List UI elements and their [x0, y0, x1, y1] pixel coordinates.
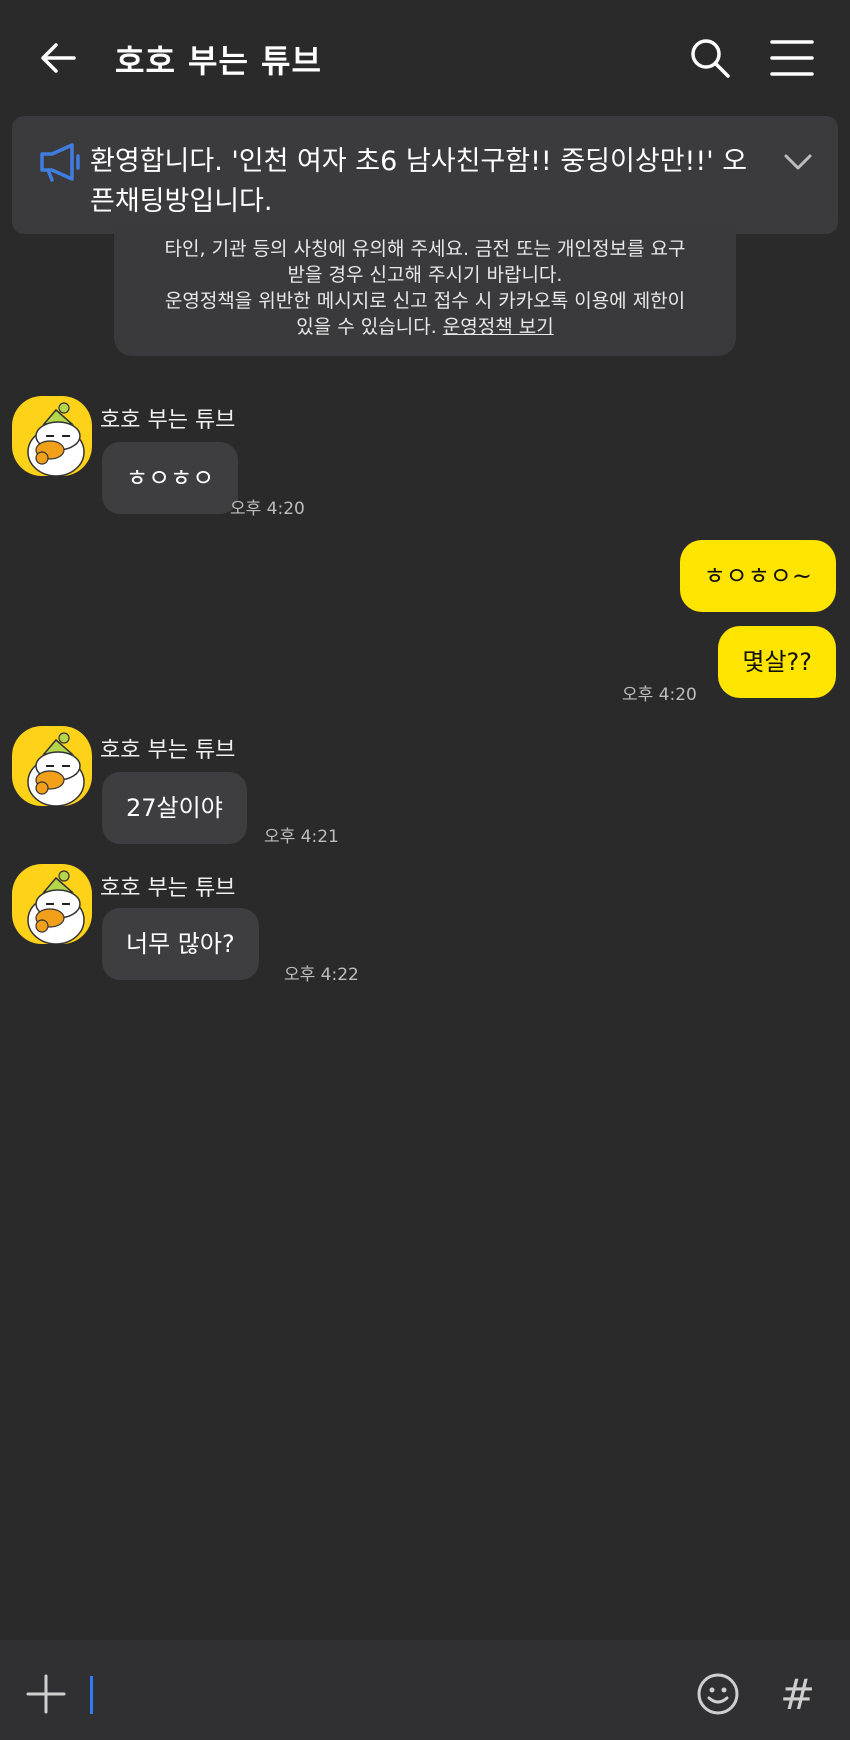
- warning-line: 타인, 기관 등의 사칭에 유의해 주세요. 금전 또는 개인정보를 요구: [164, 238, 686, 260]
- emoji-icon[interactable]: [696, 1672, 740, 1716]
- warning-line: 있을 수 있습니다. 운영정책 보기: [114, 314, 736, 340]
- incoming-message[interactable]: 너무 많아?: [102, 908, 259, 980]
- policy-link[interactable]: 운영정책 보기: [443, 316, 554, 338]
- back-arrow-icon[interactable]: [36, 36, 80, 80]
- hamburger-menu-icon[interactable]: [770, 38, 814, 78]
- chat-title: 호호 부는 튜브: [115, 42, 322, 80]
- avatar[interactable]: [12, 396, 92, 476]
- incoming-message[interactable]: ㅎㅇㅎㅇ: [102, 442, 239, 514]
- message-time: 오후 4:21: [264, 827, 339, 847]
- sender-name: 호호 부는 튜브: [100, 408, 236, 433]
- tube-character-icon: [27, 732, 85, 806]
- notice-banner[interactable]: 환영합니다. '인천 여자 초6 남사친구함!! 중딩이상만!!' 오픈채팅방입…: [12, 116, 838, 234]
- message-time: 오후 4:20: [622, 685, 697, 705]
- sender-name: 호호 부는 튜브: [100, 876, 236, 901]
- tube-character-icon: [27, 402, 85, 476]
- message-input[interactable]: [90, 1676, 93, 1714]
- top-bar: 호호 부는 튜브: [0, 0, 850, 110]
- search-icon[interactable]: [688, 36, 732, 80]
- notice-text: 환영합니다. '인천 여자 초6 남사친구함!! 중딩이상만!!' 오픈채팅방입…: [90, 146, 748, 217]
- warning-line: 운영정책을 위반한 메시지로 신고 접수 시 카카오톡 이용에 제한이: [164, 290, 686, 312]
- megaphone-icon: [40, 143, 80, 182]
- message-time: 오후 4:22: [284, 965, 359, 985]
- chevron-down-icon[interactable]: [780, 144, 816, 180]
- sender-name: 호호 부는 튜브: [100, 738, 236, 763]
- avatar[interactable]: [12, 864, 92, 944]
- warning-text: 있을 수 있습니다.: [296, 316, 443, 338]
- incoming-message[interactable]: 27살이야: [102, 772, 247, 844]
- avatar[interactable]: [12, 726, 92, 806]
- outgoing-message[interactable]: ㅎㅇㅎㅇ~: [679, 540, 836, 612]
- message-time: 오후 4:20: [230, 499, 305, 519]
- safety-warning: 타인, 기관 등의 사칭에 유의해 주세요. 금전 또는 개인정보를 요구 받을…: [114, 228, 736, 356]
- plus-icon[interactable]: [26, 1674, 66, 1714]
- message-input-bar: #: [0, 1640, 850, 1740]
- outgoing-message[interactable]: 몇살??: [718, 626, 836, 698]
- tube-character-icon: [27, 870, 85, 944]
- warning-line: 받을 경우 신고해 주시기 바랍니다.: [287, 264, 563, 286]
- hashtag-button[interactable]: #: [780, 1670, 815, 1719]
